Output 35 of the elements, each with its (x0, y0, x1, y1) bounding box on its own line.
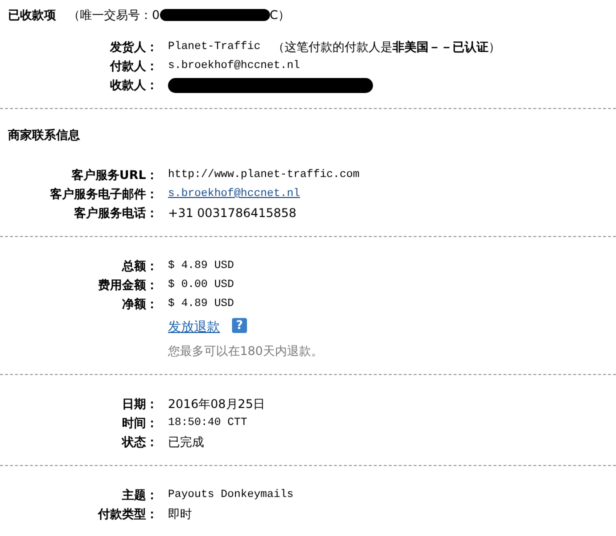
field-label: 客户服务电话： (73, 204, 158, 222)
verification-note: （这笔付款的付款人是非美国－－已认证） (272, 38, 500, 56)
field-value: 即时 (168, 506, 192, 522)
field-value: Planet-Traffic (168, 41, 260, 53)
field-value: s.broekhof@hccnet.nl (168, 60, 300, 72)
field-value: Payouts Donkeymails (168, 489, 294, 501)
field-value: $ 0.00 USD (168, 279, 234, 291)
field-label: 客户服务电子邮件： (49, 186, 158, 202)
field-label: 付款人： (108, 58, 158, 74)
refund-note: 您最多可以在180天内退款。 (168, 343, 323, 360)
help-icon[interactable]: ? (232, 318, 247, 332)
field-label: 日期： (121, 396, 158, 412)
field-label: 状态： (120, 434, 158, 450)
field-label: 费用金额： (97, 276, 158, 294)
field-value: $ 4.89 USD (168, 298, 234, 310)
section-title: 商家联系信息 (7, 127, 81, 144)
field-value: http://www.planet-traffic.com (168, 169, 360, 181)
refund-link[interactable]: 发放退款 (168, 318, 220, 336)
field-label: 时间： (121, 414, 158, 432)
field-label: 净额： (121, 296, 158, 312)
field-label: 总额： (120, 258, 158, 274)
field-value: +31 0031786415858 (168, 206, 296, 220)
field-value: 已完成 (168, 434, 204, 450)
field-label: 客户服务URL： (70, 166, 158, 184)
field-label: 收款人： (109, 76, 158, 94)
field-value: 18:50:40 CTT (168, 417, 248, 429)
transaction-id-text: （唯一交易号：0 (68, 6, 160, 24)
field-value: $ 4.89 USD (168, 260, 234, 272)
field-label: 发货人： (108, 38, 158, 56)
section-title: 已收款项 (8, 6, 56, 24)
field-label: 付款类型： (96, 506, 158, 522)
email-link[interactable]: s.broekhof@hccnet.nl (168, 188, 300, 200)
field-value: 2016年08月25日 (168, 396, 266, 412)
field-label: 主题： (121, 486, 158, 504)
transaction-id-text: C） (270, 6, 290, 24)
